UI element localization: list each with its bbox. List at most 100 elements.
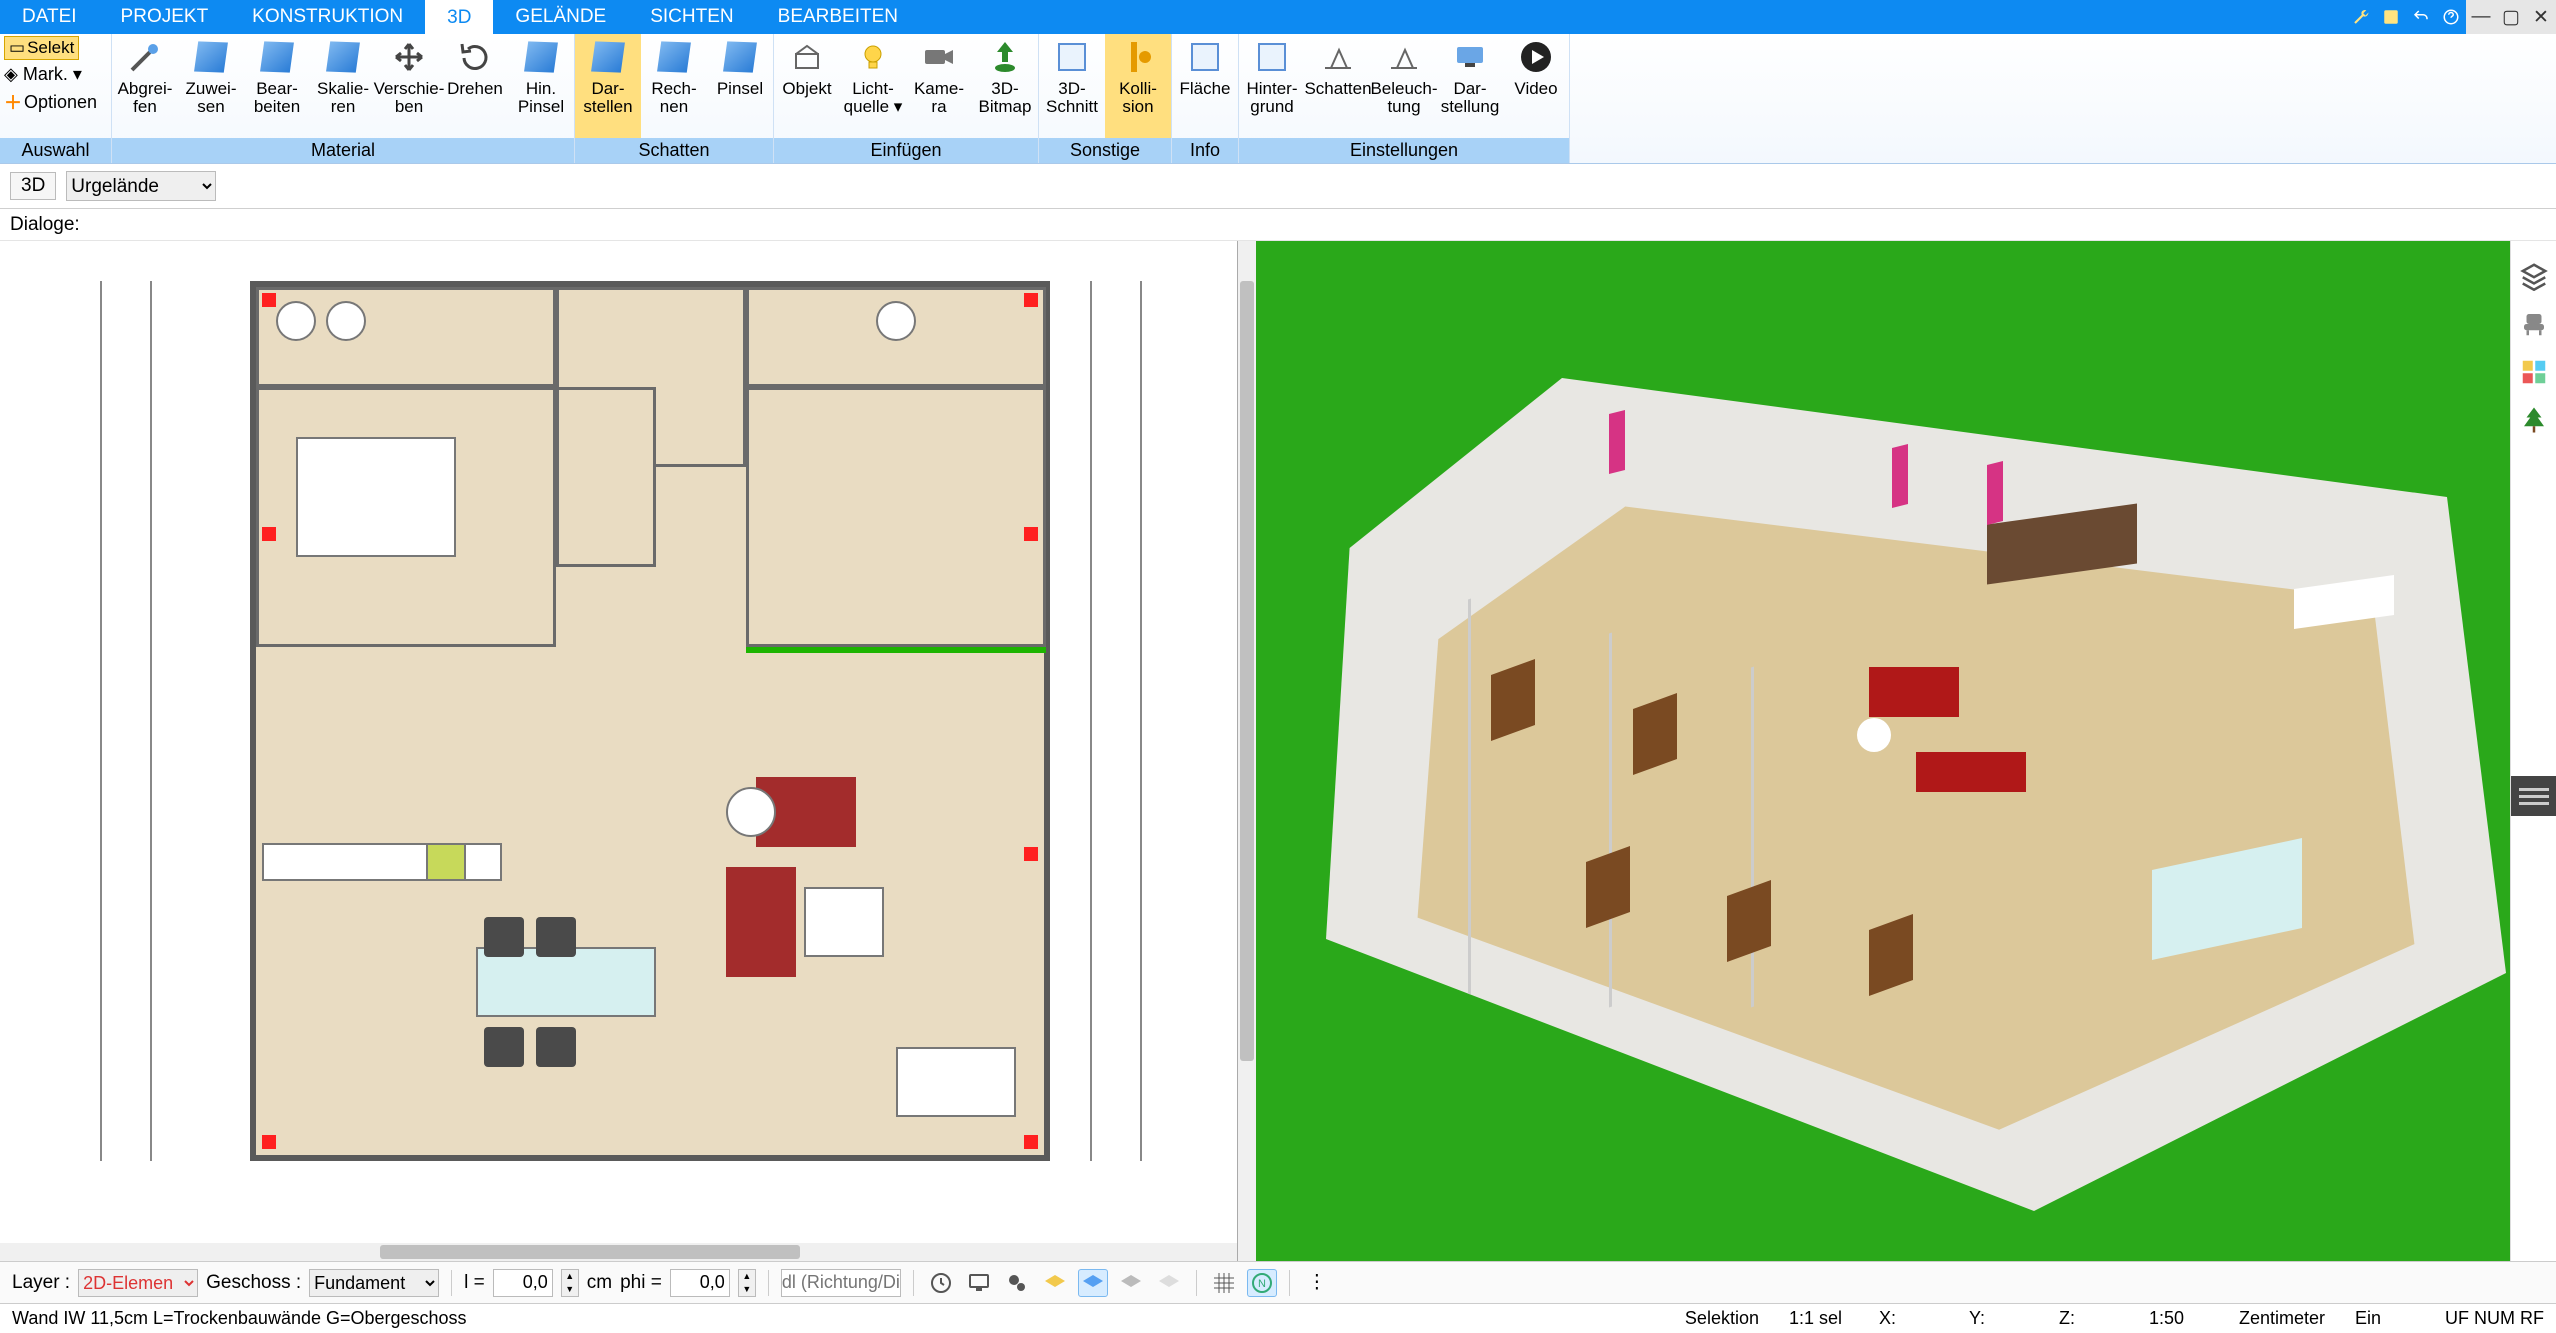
btn-objekt[interactable]: Objekt (774, 34, 840, 138)
workspace (0, 241, 2556, 1261)
btn-pinsel[interactable]: Pinsel (707, 34, 773, 138)
phi-label: phi = (620, 1272, 662, 1294)
tree-icon[interactable] (2519, 405, 2549, 435)
btn-3d-bitmap[interactable]: 3D- Bitmap (972, 34, 1038, 138)
tool-save-icon[interactable] (2376, 0, 2406, 34)
right-tool-strip (2510, 241, 2556, 1261)
btn-flaeche[interactable]: Fläche (1172, 34, 1238, 138)
ribbon-group-label: Schatten (575, 138, 773, 163)
palette-icon[interactable] (2519, 357, 2549, 387)
ribbon-group-einstellungen: Hinter- grund Schatten Beleuch- tung Dar… (1239, 34, 1570, 163)
length-spinner[interactable]: ▲▼ (561, 1269, 579, 1297)
svg-text:N: N (1258, 1278, 1266, 1290)
ribbon-group-auswahl: Auswahl (0, 138, 111, 163)
btn-video[interactable]: Video (1503, 34, 1569, 138)
north-icon[interactable]: N (1247, 1269, 1277, 1297)
tool-undo-icon[interactable] (2406, 0, 2436, 34)
btn-darstellung[interactable]: Dar- stellung (1437, 34, 1503, 138)
phi-spinner[interactable]: ▲▼ (738, 1269, 756, 1297)
close-button[interactable]: ✕ (2526, 0, 2556, 34)
floor-select[interactable]: Fundament (309, 1269, 439, 1297)
floorplan-outline (250, 281, 1050, 1161)
grid-icon[interactable] (1209, 1269, 1239, 1297)
monitor-icon[interactable] (964, 1269, 994, 1297)
btn-kollision[interactable]: Kolli- sion (1105, 34, 1171, 138)
view-tag-3d[interactable]: 3D (10, 172, 56, 200)
btn-3d-schnitt[interactable]: 3D- Schnitt (1039, 34, 1105, 138)
layer-blue-icon[interactable] (1078, 1269, 1108, 1297)
gears-icon[interactable] (1002, 1269, 1032, 1297)
chair-icon[interactable] (2519, 309, 2549, 339)
ribbon-group-sonstige: 3D- Schnitt Kolli- sion Sonstige (1039, 34, 1172, 163)
layer-plain-icon[interactable] (1154, 1269, 1184, 1297)
length-input[interactable] (493, 1269, 553, 1297)
floorplan-canvas[interactable] (0, 241, 1237, 1243)
btn-lichtquelle[interactable]: Licht- quelle ▾ (840, 34, 906, 138)
options-button[interactable]: ＋Optionen (0, 87, 111, 117)
hscroll-2d[interactable] (0, 1243, 1237, 1261)
ribbon-group-info: Fläche Info (1172, 34, 1239, 163)
layer-select[interactable]: 2D-Elemen (78, 1269, 198, 1297)
ribbon-group-label: Einfügen (774, 138, 1038, 163)
tool-wrench-icon[interactable] (2346, 0, 2376, 34)
btn-skalieren[interactable]: Skalie- ren (310, 34, 376, 138)
terrain-select[interactable]: Urgelände (66, 171, 216, 201)
btn-verschieben[interactable]: Verschie- ben (376, 34, 442, 138)
ribbon-group-einfuegen: Objekt Licht- quelle ▾ Kame- ra 3D- Bitm… (774, 34, 1039, 163)
pane-2d (0, 241, 1238, 1261)
vscroll-2d[interactable] (1238, 241, 1256, 1261)
drawer-handle[interactable] (2511, 776, 2556, 816)
btn-hintergrund[interactable]: Hinter- grund (1239, 34, 1305, 138)
btn-kamera[interactable]: Kame- ra (906, 34, 972, 138)
ribbon: ▭Selekt ◈ Mark. ▾ ＋Optionen Auswahl Abgr… (0, 34, 2556, 164)
btn-schatten[interactable]: Schatten (1305, 34, 1371, 138)
btn-darstellen[interactable]: Dar- stellen (575, 34, 641, 138)
status-x: X: (1879, 1308, 1939, 1329)
tab-projekt[interactable]: PROJEKT (99, 0, 231, 34)
status-z: Z: (2059, 1308, 2119, 1329)
mark-dropdown[interactable]: ◈ Mark. ▾ (4, 64, 82, 85)
btn-hintergrund-pinsel[interactable]: Hin. Pinsel (508, 34, 574, 138)
btn-abgreifen[interactable]: Abgrei- fen (112, 34, 178, 138)
clock-icon[interactable] (926, 1269, 956, 1297)
layer-hatched-icon[interactable] (1116, 1269, 1146, 1297)
tab-3d[interactable]: 3D (425, 0, 493, 34)
more-icon[interactable]: ⋮ (1302, 1269, 1332, 1297)
length-label: l = (464, 1272, 485, 1294)
tab-gelaende[interactable]: GELÄNDE (493, 0, 628, 34)
layer-yellow-icon[interactable] (1040, 1269, 1070, 1297)
ribbon-group-schatten: Dar- stellen Rech- nen Pinsel Schatten (575, 34, 774, 163)
pane-3d[interactable] (1256, 241, 2556, 1261)
btn-zuweisen[interactable]: Zuwei- sen (178, 34, 244, 138)
select-toggle[interactable]: ▭Selekt (4, 36, 79, 60)
ribbon-group-label: Material (112, 138, 574, 163)
tab-bearbeiten[interactable]: BEARBEITEN (756, 0, 920, 34)
sub-toolbar: 3D Urgelände (0, 164, 2556, 209)
help-icon[interactable] (2436, 0, 2466, 34)
ribbon-group-label: Info (1172, 138, 1238, 163)
maximize-button[interactable]: ▢ (2496, 0, 2526, 34)
tab-konstruktion[interactable]: KONSTRUKTION (230, 0, 425, 34)
status-y: Y: (1969, 1308, 2029, 1329)
ribbon-group-label: Sonstige (1039, 138, 1171, 163)
btn-bearbeiten[interactable]: Bear- beiten (244, 34, 310, 138)
floor-label: Geschoss : (206, 1272, 301, 1294)
btn-rechnen[interactable]: Rech- nen (641, 34, 707, 138)
direction-input[interactable] (781, 1269, 901, 1297)
tab-sichten[interactable]: SICHTEN (628, 0, 755, 34)
status-scale: 1:50 (2149, 1308, 2209, 1329)
tab-datei[interactable]: DATEI (0, 0, 99, 34)
status-on: Ein (2355, 1308, 2415, 1329)
menu-bar: DATEI PROJEKT KONSTRUKTION 3D GELÄNDE SI… (0, 0, 2556, 34)
status-ratio: 1:1 sel (1789, 1308, 1849, 1329)
layers-icon[interactable] (2519, 261, 2549, 291)
dialog-bar: Dialoge: (0, 209, 2556, 241)
btn-drehen[interactable]: Drehen (442, 34, 508, 138)
layer-label: Layer : (12, 1272, 70, 1294)
btn-beleuchtung[interactable]: Beleuch- tung (1371, 34, 1437, 138)
ribbon-group-label: Einstellungen (1239, 138, 1569, 163)
ribbon-group-material: Abgrei- fen Zuwei- sen Bear- beiten Skal… (112, 34, 575, 163)
ribbon-left-column: ▭Selekt ◈ Mark. ▾ ＋Optionen Auswahl (0, 34, 112, 163)
phi-input[interactable] (670, 1269, 730, 1297)
minimize-button[interactable]: — (2466, 0, 2496, 34)
